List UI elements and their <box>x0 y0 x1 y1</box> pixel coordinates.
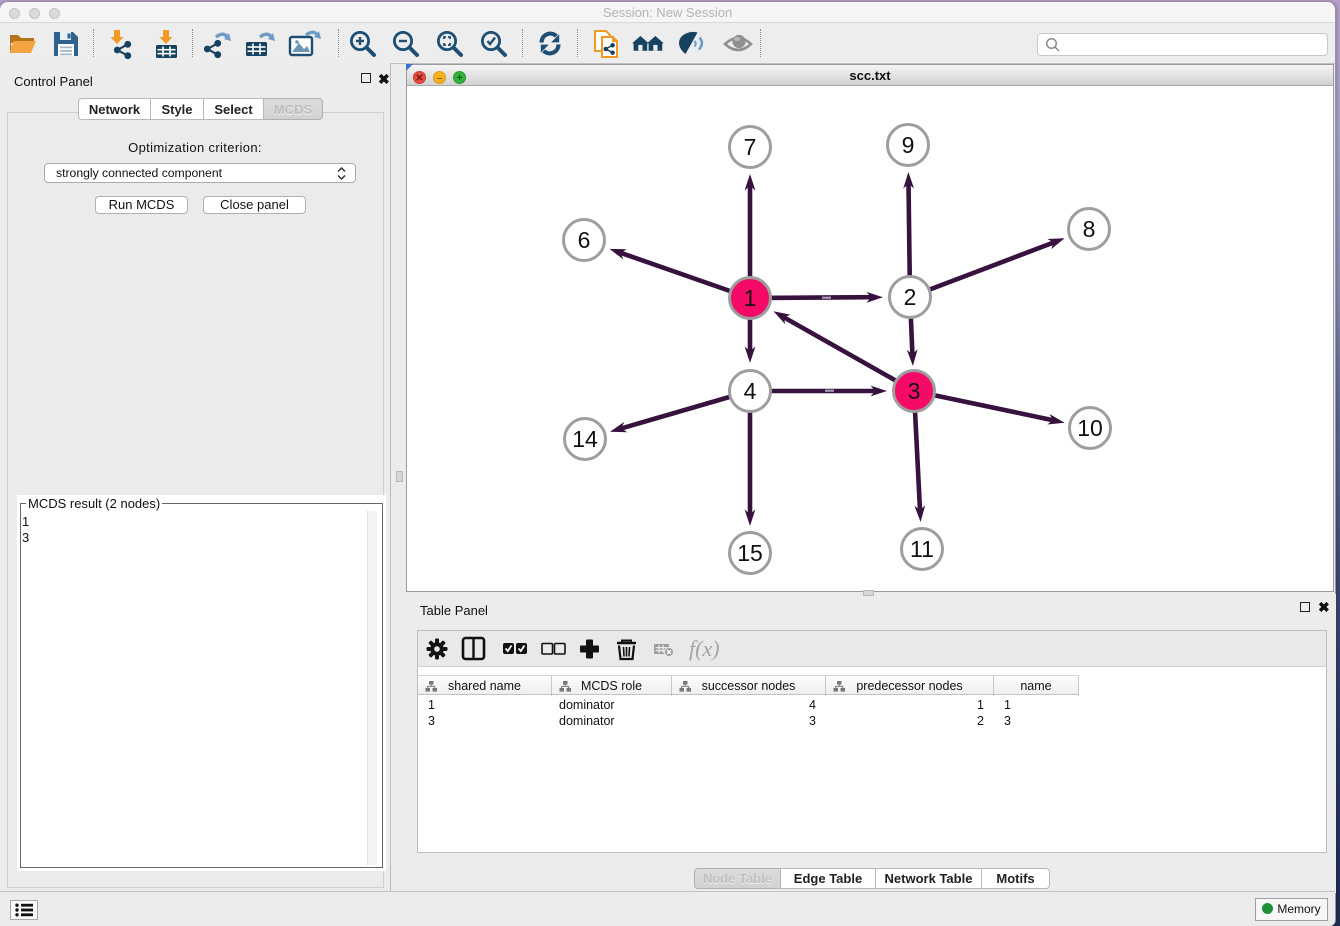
svg-text:1: 1 <box>744 285 757 311</box>
svg-text:7: 7 <box>744 134 757 160</box>
svg-text:10: 10 <box>1077 415 1103 441</box>
svg-text:3: 3 <box>908 378 921 404</box>
svg-text:14: 14 <box>572 426 598 452</box>
svg-text:2: 2 <box>904 284 917 310</box>
svg-text:15: 15 <box>737 540 763 566</box>
svg-text:8: 8 <box>1083 216 1096 242</box>
svg-text:4: 4 <box>744 378 757 404</box>
svg-text:f(x): f(x) <box>689 636 720 661</box>
svg-text:9: 9 <box>902 132 915 158</box>
svg-text:11: 11 <box>910 536 934 562</box>
svg-text:6: 6 <box>578 227 591 253</box>
